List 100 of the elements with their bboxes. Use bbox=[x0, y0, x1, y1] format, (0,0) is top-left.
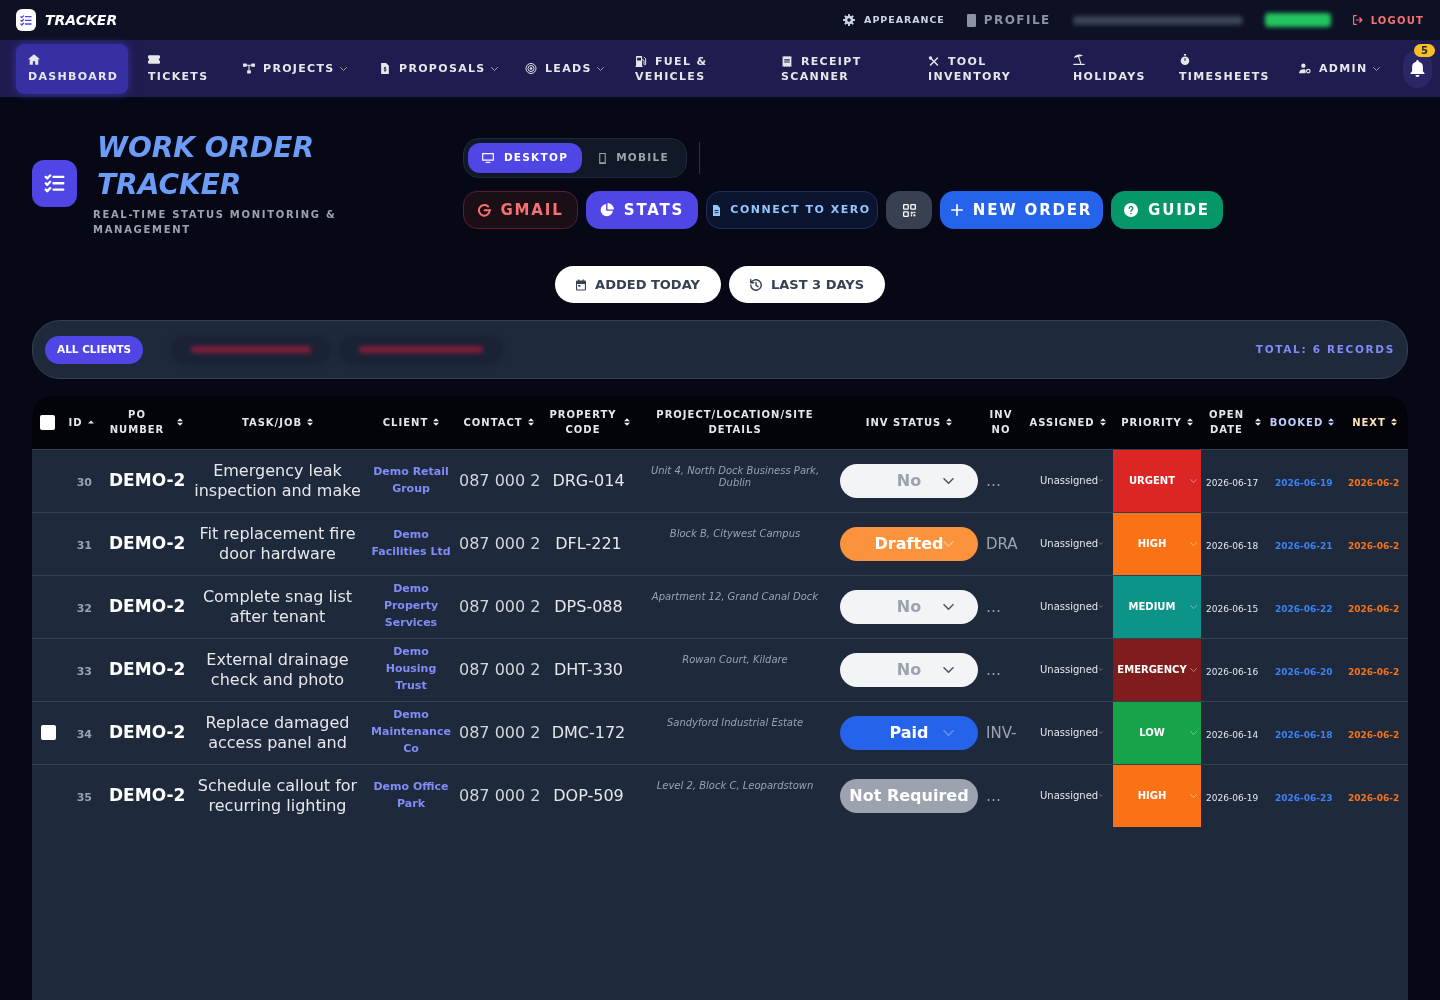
client-link[interactable]: Demo Housing Trust bbox=[370, 643, 452, 694]
new-order-button[interactable]: NEW ORDER bbox=[940, 191, 1103, 229]
task-text: Schedule callout for recurring lighting bbox=[196, 775, 359, 816]
column-header[interactable]: INV STATUS bbox=[865, 414, 953, 430]
row-id: 33 bbox=[76, 664, 92, 678]
chevron-down-icon bbox=[1190, 730, 1197, 735]
nav-item[interactable]: RECEIPT SCANNER bbox=[769, 43, 908, 94]
chevron-down-icon bbox=[943, 603, 954, 610]
open-date: 2026-06-14 bbox=[1206, 729, 1259, 740]
invoice-number: … bbox=[986, 471, 1001, 490]
property-code: DOP-509 bbox=[553, 785, 624, 805]
column-header[interactable]: TASK/JOB bbox=[241, 414, 314, 430]
umbrella-icon bbox=[1073, 53, 1085, 65]
nav-item[interactable]: PROJECTS bbox=[231, 43, 359, 94]
invoice-number: DRA bbox=[986, 534, 1018, 553]
tools-icon bbox=[928, 55, 940, 67]
invoice-number: … bbox=[986, 660, 1001, 679]
invoice-number: … bbox=[986, 597, 1001, 616]
invoice-number: INV- bbox=[986, 723, 1017, 742]
property-code: DPS-088 bbox=[554, 596, 623, 616]
assignee-select[interactable]: Unassigned bbox=[1040, 662, 1104, 677]
property-code: DFL-221 bbox=[555, 533, 622, 553]
notification-badge: 5 bbox=[1414, 43, 1435, 57]
column-header[interactable]: BOOKED bbox=[1269, 414, 1335, 430]
view-toggle-tab[interactable]: MOBILE bbox=[586, 143, 682, 173]
column-header[interactable]: CONTACT bbox=[463, 414, 534, 430]
priority-select[interactable]: MEDIUM bbox=[1113, 575, 1201, 638]
assignee-select[interactable]: Unassigned bbox=[1040, 536, 1104, 551]
select-all-checkbox[interactable] bbox=[40, 414, 55, 430]
chevron-down-icon bbox=[943, 477, 954, 484]
nav-item[interactable]: TICKETS bbox=[136, 43, 223, 94]
appearance-link[interactable]: APPEARANCE bbox=[843, 12, 945, 28]
client-link[interactable]: Demo Maintenance Co bbox=[370, 706, 452, 757]
nav-item[interactable]: TOOL INVENTORY bbox=[916, 43, 1053, 94]
client-link[interactable]: Demo Facilities Ltd bbox=[370, 525, 452, 560]
row-id: 30 bbox=[76, 475, 92, 489]
assignee-select[interactable]: Unassigned bbox=[1040, 473, 1104, 488]
connect-xero-button[interactable]: CONNECT TO XERO bbox=[706, 191, 878, 229]
column-header[interactable]: ASSIGNED bbox=[1029, 414, 1106, 430]
logout-icon bbox=[1352, 15, 1363, 25]
location-text: Rowan Court, Kildare bbox=[681, 653, 789, 666]
po-number: DEMO-2 bbox=[109, 658, 185, 679]
column-header[interactable]: PRIORITY bbox=[1121, 414, 1193, 430]
nav-item[interactable]: PROPOSALS bbox=[367, 43, 505, 94]
blurred-status-badge bbox=[1264, 13, 1331, 27]
next-date: 2026-06-2 bbox=[1348, 477, 1400, 488]
po-number: DEMO-2 bbox=[109, 595, 185, 616]
property-code: DHT-330 bbox=[554, 659, 623, 679]
contact-number: 087 000 2 bbox=[459, 785, 541, 805]
assignee-select[interactable]: Unassigned bbox=[1040, 788, 1104, 804]
column-header[interactable]: ID bbox=[68, 414, 94, 430]
client-filter-chip[interactable]: ALL CLIENTS bbox=[45, 335, 144, 364]
stats-button[interactable]: STATS bbox=[586, 191, 698, 229]
caret-icon bbox=[1099, 794, 1104, 798]
client-link[interactable]: Demo Retail Group bbox=[370, 462, 452, 497]
column-header[interactable]: PROPERTY CODE bbox=[547, 407, 630, 438]
priority-select[interactable]: URGENT bbox=[1113, 449, 1201, 512]
caret-icon bbox=[1099, 605, 1104, 608]
row-checkbox[interactable] bbox=[41, 725, 56, 740]
guide-button[interactable]: GUIDE bbox=[1111, 191, 1223, 229]
logout-link[interactable]: LOGOUT bbox=[1352, 12, 1424, 28]
property-code: DMC-172 bbox=[551, 722, 626, 742]
quick-filter-button[interactable]: LAST 3 DAYS bbox=[729, 266, 885, 303]
phone-icon bbox=[599, 152, 607, 164]
location-text: Apartment 12, Grand Canal Dock bbox=[650, 590, 820, 603]
nav-item[interactable]: HOLIDAYS bbox=[1061, 43, 1159, 94]
po-number: DEMO-2 bbox=[109, 469, 185, 490]
nav-item[interactable]: DASHBOARD bbox=[16, 43, 128, 94]
view-toggle-tab[interactable]: DESKTOP bbox=[468, 143, 582, 173]
column-header[interactable]: NEXT bbox=[1352, 414, 1397, 430]
quick-filter-button[interactable]: ADDED TODAY bbox=[555, 266, 721, 303]
inv-status-select[interactable]: Paid bbox=[840, 715, 978, 750]
task-text: Complete snag list after tenant bbox=[201, 586, 354, 627]
ticket-icon bbox=[148, 53, 160, 65]
booked-date: 2026-06-22 bbox=[1275, 603, 1333, 614]
profile-link[interactable]: PROFILE bbox=[966, 11, 1051, 29]
nav-item[interactable]: FUEL & VEHICLES bbox=[623, 43, 761, 94]
bell-icon bbox=[1410, 60, 1425, 77]
history-icon bbox=[749, 278, 762, 291]
nav-item[interactable]: LEADS bbox=[513, 43, 615, 94]
nav-item[interactable]: TIMESHEETS bbox=[1167, 43, 1279, 94]
assignee-select[interactable]: Unassigned bbox=[1040, 725, 1104, 740]
gmail-button[interactable]: GMAIL bbox=[463, 191, 578, 229]
column-header[interactable]: OPEN DATE bbox=[1203, 407, 1261, 438]
contact-number: 087 000 2 bbox=[459, 596, 541, 616]
chevron-down-icon bbox=[1190, 478, 1197, 483]
priority-select[interactable]: EMERGENCY bbox=[1113, 638, 1201, 701]
chevron-down-icon bbox=[1190, 793, 1197, 798]
home-icon bbox=[28, 53, 40, 65]
qr-code-button[interactable] bbox=[886, 191, 932, 229]
assignee-select[interactable]: Unassigned bbox=[1040, 599, 1104, 614]
nav-item[interactable]: ADMIN bbox=[1287, 43, 1389, 94]
column-header[interactable]: PO NUMBER bbox=[102, 407, 183, 438]
logo-icon bbox=[16, 9, 36, 31]
client-link[interactable]: Demo Office Park bbox=[370, 777, 452, 812]
next-date: 2026-06-2 bbox=[1348, 666, 1400, 677]
column-header[interactable]: CLIENT bbox=[382, 414, 440, 430]
caret-icon bbox=[1099, 668, 1104, 671]
receipt-icon bbox=[781, 55, 793, 67]
client-link[interactable]: Demo Property Services bbox=[370, 580, 452, 631]
